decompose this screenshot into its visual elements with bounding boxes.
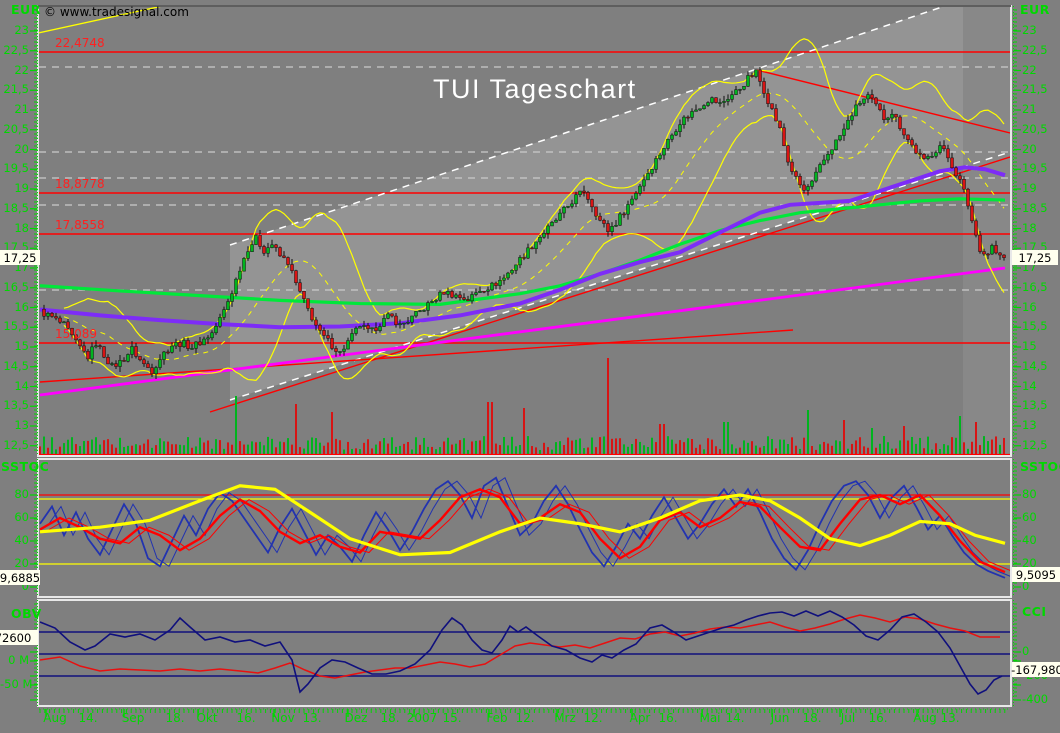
- date-label: 14.: [713, 711, 757, 725]
- price-tick-label-right: 21: [1022, 103, 1037, 116]
- price-tick-label-left: 16,5: [0, 281, 29, 294]
- obv-tick-label: 0 M: [0, 654, 29, 667]
- sstoc-value-box-right: 9,5095: [1012, 567, 1060, 582]
- sstoc-tick-label-left: 20: [0, 557, 29, 570]
- price-tick-label-left: 15,5: [0, 320, 29, 333]
- price-tick-label-right: 18: [1022, 222, 1037, 235]
- price-tick-label-right: 22,5: [1022, 44, 1048, 57]
- price-tick-label-right: 16,5: [1022, 281, 1048, 294]
- price-tick-label-right: 19,5: [1022, 162, 1048, 175]
- price-tick-label-left: 20: [0, 143, 29, 156]
- tradesignal-chart-window: © www.tradesignal.com TUI Tageschart EUR…: [0, 0, 1060, 733]
- obv-label: OBV: [11, 606, 42, 621]
- last-price-box-right: 17,25: [1012, 250, 1058, 265]
- sstoc-tick-label-right: 40: [1022, 534, 1037, 547]
- sstoc-tick-label-right: 80: [1022, 488, 1037, 501]
- date-label: 13.: [928, 711, 972, 725]
- cci-tick-label: 0: [1022, 645, 1029, 658]
- price-tick-label-right: 20,5: [1022, 123, 1048, 136]
- price-tick-label-right: 14,5: [1022, 360, 1048, 373]
- sstoc-tick-label-left: 60: [0, 511, 29, 524]
- price-tick-label-right: 13: [1022, 419, 1037, 432]
- price-tick-label-right: 23: [1022, 24, 1037, 37]
- price-tick-label-right: 21,5: [1022, 83, 1048, 96]
- cci-label: CCI: [1022, 604, 1047, 619]
- currency-label-right: EUR: [1020, 2, 1050, 17]
- price-tick-label-left: 20,5: [0, 123, 29, 136]
- price-tick-label-right: 18,5: [1022, 202, 1048, 215]
- date-label: 14.: [66, 711, 110, 725]
- sstoc-tick-label-left: 40: [0, 534, 29, 547]
- copyright-watermark: © www.tradesignal.com: [44, 5, 189, 19]
- price-tick-label-left: 21: [0, 103, 29, 116]
- price-level-label: 15,089: [55, 327, 97, 341]
- price-tick-label-right: 19: [1022, 182, 1037, 195]
- price-tick-label-left: 23: [0, 24, 29, 37]
- price-tick-label-right: 12,5: [1022, 439, 1048, 452]
- date-label: Okt: [185, 711, 229, 725]
- date-label: 16.: [646, 711, 690, 725]
- sstoc-value-box-left: 9,6885: [0, 570, 40, 585]
- price-tick-label-left: 13: [0, 419, 29, 432]
- obv-tick-label: -50 M: [0, 678, 29, 691]
- price-tick-label-right: 14: [1022, 380, 1037, 393]
- cci-tick-label: -400: [1022, 693, 1048, 706]
- price-tick-label-left: 22,5: [0, 44, 29, 57]
- price-tick-label-left: 14: [0, 380, 29, 393]
- price-tick-label-right: 20: [1022, 143, 1037, 156]
- sstoc-label-left: SSTOC: [1, 459, 49, 474]
- sstoc-tick-label-right: 60: [1022, 511, 1037, 524]
- sstoc-label-right: SSTOC: [1020, 459, 1060, 474]
- price-tick-label-left: 18: [0, 222, 29, 235]
- price-tick-label-right: 16: [1022, 301, 1037, 314]
- price-level-label: 18,8778: [55, 177, 105, 191]
- date-label: 15.: [430, 711, 474, 725]
- price-tick-label-left: 16: [0, 301, 29, 314]
- last-price-box-left: 17,25: [0, 250, 40, 265]
- price-tick-label-left: 14,5: [0, 360, 29, 373]
- date-label: 16.: [856, 711, 900, 725]
- price-tick-label-right: 15,5: [1022, 320, 1048, 333]
- price-tick-label-left: 21,5: [0, 83, 29, 96]
- date-label: 13.: [290, 711, 334, 725]
- chart-title: TUI Tageschart: [433, 74, 637, 105]
- obv-value-box-left: 72600: [0, 630, 38, 645]
- chart-canvas[interactable]: [0, 0, 1060, 733]
- price-tick-label-right: 15: [1022, 340, 1037, 353]
- price-tick-label-left: 18,5: [0, 202, 29, 215]
- price-tick-label-left: 22: [0, 64, 29, 77]
- date-label: Sep: [111, 711, 155, 725]
- sstoc-tick-label-left: 80: [0, 488, 29, 501]
- price-tick-label-left: 19: [0, 182, 29, 195]
- date-label: 12.: [571, 711, 615, 725]
- price-tick-label-right: 13,5: [1022, 399, 1048, 412]
- price-tick-label-left: 12,5: [0, 439, 29, 452]
- price-tick-label-left: 15: [0, 340, 29, 353]
- date-label: 12.: [503, 711, 547, 725]
- price-tick-label-left: 19,5: [0, 162, 29, 175]
- price-level-label: 17,8558: [55, 218, 105, 232]
- price-level-label: 22,4748: [55, 36, 105, 50]
- currency-label-left: EUR: [11, 2, 41, 17]
- price-tick-label-left: 13,5: [0, 399, 29, 412]
- price-tick-label-right: 22: [1022, 64, 1037, 77]
- cci-value-box-right: -167,980: [1012, 662, 1060, 677]
